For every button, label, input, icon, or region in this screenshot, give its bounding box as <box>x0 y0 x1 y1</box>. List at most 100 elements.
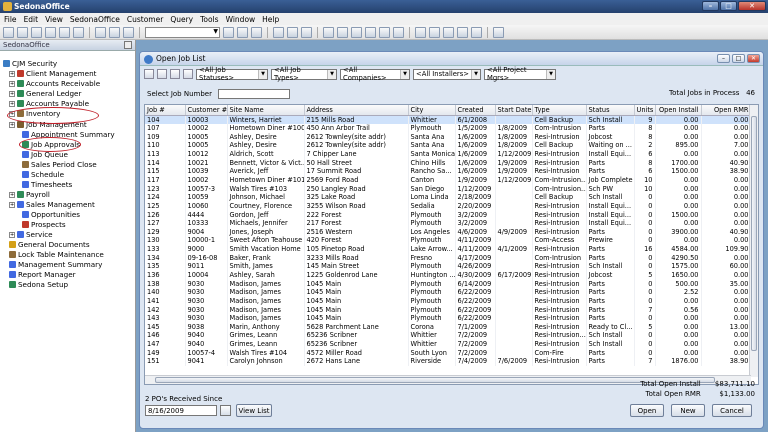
nav-item-accounts-receivable[interactable]: + Accounts Receivable <box>9 79 100 88</box>
menu-sedonaoffice[interactable]: SedonaOffice <box>70 15 120 24</box>
expand-icon[interactable]: + <box>9 70 15 77</box>
column-header-type[interactable]: Type <box>532 105 587 116</box>
expand-icon[interactable]: + <box>9 121 15 128</box>
nav-item-sales-management[interactable]: + Sales Management <box>9 200 95 209</box>
table-row[interactable]: 141 9030 Madison, James 1045 Main Plymouth 6/… <box>145 296 752 306</box>
nav-item-opportunities[interactable]: Opportunities <box>22 210 80 219</box>
toolbar-combo[interactable] <box>145 26 220 38</box>
table-row[interactable]: 126 4444 Gordon, Jeff 222 Forest Plymouth 3/2… <box>145 210 752 220</box>
table-row[interactable]: 110 10005 Ashley, Desire 2612 Townley(site … <box>145 141 752 151</box>
job-status-filter[interactable]: <All Job Statuses> ▼ <box>196 66 268 82</box>
toolbar-button-21[interactable] <box>393 26 404 38</box>
toolbar-button-11[interactable] <box>237 26 248 38</box>
table-row[interactable]: 140 9030 Madison, James 1045 Main Plymouth 6/… <box>145 288 752 297</box>
maximize-button[interactable]: □ <box>720 1 737 11</box>
column-header-units[interactable]: Units <box>634 105 656 116</box>
menu-customer[interactable]: Customer <box>127 15 163 24</box>
table-row[interactable]: 107 10002 Hometown Diner #100 450 Ann Arbor… <box>145 124 752 133</box>
table-row[interactable]: 134 09-16-08 Baker, Frank 3233 Mills Road Fr… <box>145 253 752 263</box>
toolbar-button-4[interactable] <box>45 26 56 38</box>
minimize-button[interactable]: – <box>702 1 719 11</box>
expand-icon[interactable]: + <box>9 201 15 208</box>
column-header-customer-[interactable]: Customer # <box>185 105 228 116</box>
nav-item-lock-table-maintenance[interactable]: Lock Table Maintenance <box>9 250 104 259</box>
project-manager-filter[interactable]: <All Project Mgrs> ▼ <box>484 66 556 82</box>
nav-item-report-manager[interactable]: Report Manager <box>9 270 76 279</box>
column-header-start-date[interactable]: Start Date <box>495 105 533 116</box>
menu-query[interactable]: Query <box>170 15 193 24</box>
toolbar-button-9[interactable] <box>123 26 134 38</box>
column-header-site-name[interactable]: Site Name <box>227 105 305 116</box>
close-button[interactable]: ✕ <box>738 1 766 11</box>
company-filter[interactable]: <All Companies> ▼ <box>340 66 410 82</box>
table-row[interactable]: 109 10005 Ashley, Desire 2612 Townley(site … <box>145 132 752 142</box>
view-list-button[interactable]: View List <box>236 404 272 417</box>
toolbar-button-14[interactable] <box>287 26 298 38</box>
toolbar-button-10[interactable] <box>223 26 234 38</box>
table-row[interactable]: 129 9004 Jones, Joseph 2516 Western Los Ange… <box>145 227 752 237</box>
toolbar-button-23[interactable] <box>429 26 440 38</box>
nav-item-general-documents[interactable]: General Documents <box>9 240 90 249</box>
toolbar-button-24[interactable] <box>443 26 454 38</box>
table-row[interactable]: 142 9030 Madison, James 1045 Main Plymouth 6/… <box>145 305 752 315</box>
child-minimize-button[interactable]: – <box>717 54 730 63</box>
calendar-icon[interactable] <box>220 405 231 416</box>
table-row[interactable]: 138 9030 Madison, James 1045 Main Plymouth 6/… <box>145 279 752 289</box>
table-row[interactable]: 115 10039 Averick, Jeff 17 Summit Road Ranch… <box>145 167 752 176</box>
table-row[interactable]: 113 10012 Aldrich, Scott 7 Chipper Lane Sant… <box>145 150 752 159</box>
table-row[interactable]: 123 10057-3 Walsh Tires #103 250 Langley Ro… <box>145 184 752 194</box>
toolbar-button-2[interactable] <box>17 26 28 38</box>
column-header-address[interactable]: Address <box>304 105 409 116</box>
nav-item-client-management[interactable]: + Client Management <box>9 69 96 78</box>
column-header-job-[interactable]: Job # <box>145 105 186 116</box>
toolbar-button-25[interactable] <box>457 26 468 38</box>
column-header-open-install[interactable]: Open Install <box>655 105 702 116</box>
toolbar-button-13[interactable] <box>273 26 284 38</box>
filter-icon-1[interactable] <box>144 69 154 79</box>
job-number-input[interactable] <box>217 89 290 99</box>
nav-item-prospects[interactable]: Prospects <box>22 220 66 229</box>
filter-icon-4[interactable] <box>183 69 193 79</box>
nav-item-payroll[interactable]: + Payroll <box>9 190 50 199</box>
table-row[interactable]: 124 10059 Johnson, Michael 325 Lake Road Lom… <box>145 193 752 202</box>
nav-item-management-summary[interactable]: Management Summary <box>9 260 102 269</box>
menu-view[interactable]: View <box>45 15 63 24</box>
filter-icon-2[interactable] <box>157 69 167 79</box>
menu-tools[interactable]: Tools <box>200 15 218 24</box>
toolbar-button-12[interactable] <box>251 26 262 38</box>
filter-icon-3[interactable] <box>170 69 180 79</box>
toolbar-button-6[interactable] <box>73 26 84 38</box>
table-row[interactable]: 125 10060 Courtney, Florence 3255 Wilson Ro… <box>145 201 752 211</box>
installer-filter[interactable]: <All Installers> ▼ <box>413 68 481 80</box>
job-type-filter[interactable]: <All Job Types> ▼ <box>271 66 337 82</box>
menu-edit[interactable]: Edit <box>24 15 39 24</box>
menu-help[interactable]: Help <box>262 15 279 24</box>
table-row[interactable]: 130 10000-1 Sweet Afton Teahouse 420 Forest… <box>145 236 752 246</box>
child-close-button[interactable]: ✕ <box>747 54 760 63</box>
nav-item-schedule[interactable]: Schedule <box>22 170 64 179</box>
toolbar-button-20[interactable] <box>379 26 390 38</box>
table-row[interactable]: 135 9011 Smith, James 145 Main Street Plymou… <box>145 262 752 271</box>
toolbar-button-19[interactable] <box>365 26 376 38</box>
toolbar-button-27[interactable] <box>493 26 504 38</box>
toolbar-button-15[interactable] <box>301 26 312 38</box>
open-button[interactable]: Open <box>630 404 664 417</box>
nav-item-cjm-security[interactable]: CJM Security <box>3 59 57 68</box>
table-row[interactable]: 133 9000 Smith Vacation Home 105 Pinetop Ro… <box>145 245 752 254</box>
column-header-city[interactable]: City <box>408 105 456 116</box>
nav-item-service[interactable]: + Service <box>9 230 53 239</box>
toolbar-button-17[interactable] <box>337 26 348 38</box>
table-row[interactable]: 143 9030 Madison, James 1045 Main Plymouth 6/… <box>145 314 752 323</box>
table-row[interactable]: 104 10003 Winters, Harriet 215 Mills Road Wh… <box>145 115 752 125</box>
toolbar-button-1[interactable] <box>3 26 14 38</box>
nav-item-timesheets[interactable]: Timesheets <box>22 180 72 189</box>
toolbar-button-16[interactable] <box>323 26 334 38</box>
column-header-status[interactable]: Status <box>586 105 635 116</box>
pin-icon[interactable] <box>124 41 132 49</box>
menu-file[interactable]: File <box>4 15 17 24</box>
table-row[interactable]: 145 9038 Marin, Anthony 5628 Parchment Lane… <box>145 322 752 332</box>
toolbar-button-18[interactable] <box>351 26 362 38</box>
table-row[interactable]: 117 10002 Hometown Diner #101 2569 Ford Roa… <box>145 175 752 185</box>
toolbar-button-3[interactable] <box>31 26 42 38</box>
toolbar-button-22[interactable] <box>415 26 426 38</box>
